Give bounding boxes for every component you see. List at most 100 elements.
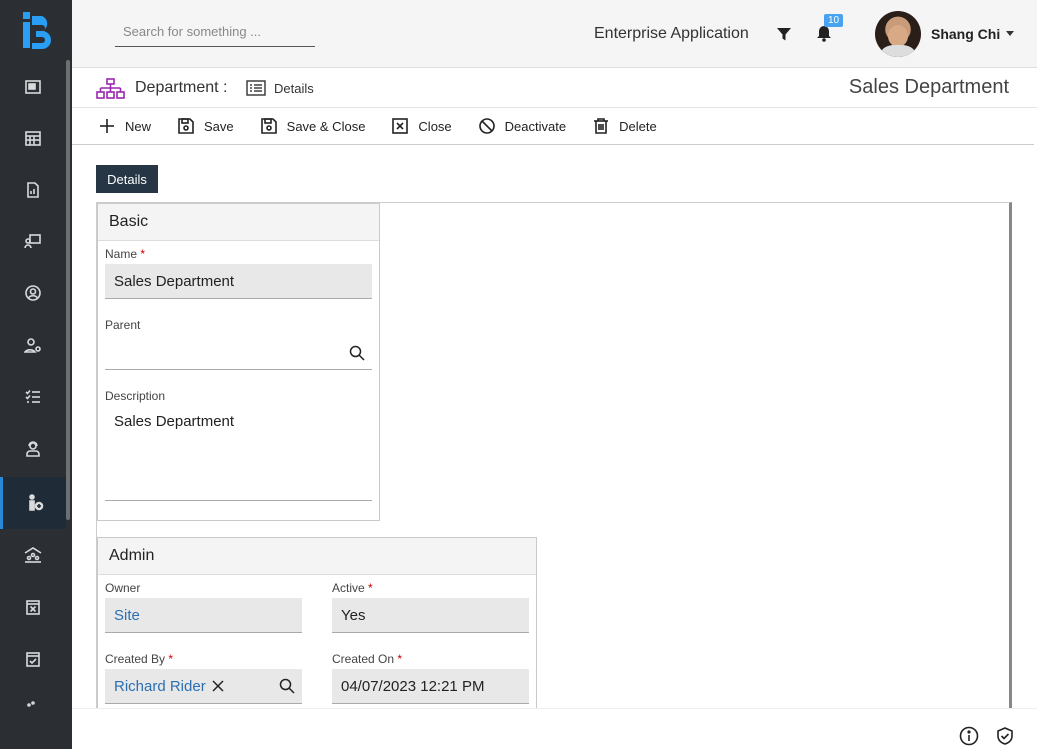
description-field[interactable]: Sales Department	[105, 406, 372, 501]
notification-badge: 10	[824, 14, 844, 27]
close-button[interactable]: Close	[391, 117, 452, 135]
owner-field[interactable]: Site	[105, 598, 302, 633]
required-mark: *	[397, 652, 403, 666]
sidebar-item-dashboard[interactable]	[0, 62, 66, 112]
calendar-check-icon	[26, 652, 40, 667]
created-by-link[interactable]: Richard Rider	[114, 678, 206, 695]
created-by-label-text: Created By	[105, 652, 166, 666]
user-menu-caret-icon[interactable]	[1006, 31, 1014, 36]
calendar-x-icon	[26, 600, 40, 615]
report-file-icon	[27, 182, 39, 198]
new-button[interactable]: New	[98, 117, 151, 135]
sidebar-item-calendar[interactable]	[0, 113, 66, 163]
created-on-label-text: Created On	[332, 652, 395, 666]
search-icon[interactable]	[279, 678, 295, 694]
new-label: New	[125, 118, 152, 134]
sidebar-item-presentation[interactable]	[0, 216, 66, 266]
avatar-face	[888, 25, 908, 47]
name-value: Sales Department	[114, 272, 235, 290]
clear-x-icon[interactable]	[212, 680, 224, 692]
deactivate-label: Deactivate	[504, 118, 567, 134]
created-on-field[interactable]: 04/07/2023 12:21 PM	[332, 669, 529, 704]
active-field[interactable]: Yes	[332, 598, 529, 633]
close-label: Close	[418, 118, 452, 134]
required-mark: *	[140, 247, 146, 261]
created-by-label: Created By *	[105, 652, 173, 666]
sidebar-scrollbar[interactable]	[66, 60, 70, 520]
name-label: Name *	[105, 247, 145, 261]
sidebar-item-more[interactable]	[0, 690, 66, 710]
created-on-label: Created On *	[332, 652, 402, 666]
save-icon	[178, 118, 194, 134]
calendar-icon	[25, 131, 41, 146]
description-value: Sales Department	[114, 413, 235, 430]
parent-label: Parent	[105, 318, 141, 332]
organization-icon	[24, 547, 42, 563]
image-icon	[25, 80, 41, 94]
sidebar-item-user-settings[interactable]	[0, 320, 66, 370]
close-box-icon	[392, 118, 409, 134]
avatar[interactable]	[875, 11, 921, 57]
sidebar-item-schedule-check[interactable]	[0, 634, 66, 684]
owner-link[interactable]: Site	[114, 607, 140, 624]
created-by-field[interactable]: Richard Rider	[105, 669, 302, 704]
sidebar-item-departments[interactable]	[0, 477, 66, 529]
plus-icon	[100, 119, 114, 133]
save-close-button[interactable]: Save & Close	[260, 117, 366, 135]
user-name[interactable]: Shang Chi	[931, 26, 1000, 42]
checklist-icon	[25, 389, 40, 403]
record-title: Sales Department	[848, 76, 1009, 98]
details-list-icon	[246, 80, 266, 96]
sidebar-item-profile[interactable]	[0, 268, 66, 318]
sidebar-item-support[interactable]	[0, 424, 66, 474]
shield-check-icon[interactable]	[995, 726, 1015, 746]
active-value: Yes	[341, 606, 366, 624]
save-label: Save	[204, 118, 234, 134]
trash-icon	[594, 118, 609, 134]
admin-section-title: Admin	[98, 538, 536, 575]
entity-label: Department :	[135, 79, 228, 96]
user-circle-icon	[25, 285, 41, 301]
sidebar-item-reports[interactable]	[0, 165, 66, 215]
more-icon	[27, 701, 35, 707]
search-input[interactable]	[115, 17, 315, 47]
view-selector[interactable]: Details	[274, 81, 314, 96]
app-name[interactable]: Enterprise Application	[594, 25, 749, 43]
support-agent-icon	[26, 441, 40, 457]
org-tree-icon	[96, 78, 125, 99]
info-icon[interactable]	[959, 726, 979, 746]
admin-section: Admin Owner Site Active * Yes Created By…	[97, 537, 537, 712]
block-icon	[478, 118, 495, 134]
required-mark: *	[368, 581, 373, 595]
deactivate-button[interactable]: Deactivate	[478, 117, 566, 135]
save-close-icon	[260, 118, 277, 134]
presentation-user-icon	[24, 234, 41, 249]
breadcrumb: Department : Details Sales Department	[72, 68, 1037, 108]
sidebar-item-cancel-schedule[interactable]	[0, 582, 66, 632]
user-gear-icon	[24, 338, 41, 353]
search-icon[interactable]	[349, 345, 365, 361]
sidebar-item-organization[interactable]	[0, 530, 66, 580]
save-button[interactable]: Save	[177, 117, 234, 135]
save-close-label: Save & Close	[286, 118, 366, 134]
brand-logo-icon[interactable]	[20, 10, 54, 52]
sidebar-item-tasks[interactable]	[0, 372, 66, 422]
filter-icon[interactable]	[776, 26, 792, 42]
basic-section: Basic Name * Sales Department Parent Des…	[97, 203, 380, 521]
name-label-text: Name	[105, 247, 138, 261]
command-toolbar: New Save Save & Close Close Deactivate D…	[72, 108, 1034, 145]
name-field[interactable]: Sales Department	[105, 264, 372, 299]
footer-bar	[72, 708, 1037, 749]
created-on-value: 04/07/2023 12:21 PM	[341, 677, 485, 695]
description-label: Description	[105, 389, 166, 403]
basic-section-title: Basic	[98, 204, 379, 241]
tab-details[interactable]: Details	[96, 165, 158, 193]
delete-label: Delete	[619, 118, 657, 134]
owner-label: Owner	[105, 581, 141, 595]
person-add-icon	[28, 494, 43, 511]
delete-button[interactable]: Delete	[592, 117, 657, 135]
required-mark: *	[168, 652, 174, 666]
parent-lookup-field[interactable]	[105, 335, 372, 370]
active-label-text: Active	[332, 581, 365, 595]
sidebar	[0, 0, 72, 749]
